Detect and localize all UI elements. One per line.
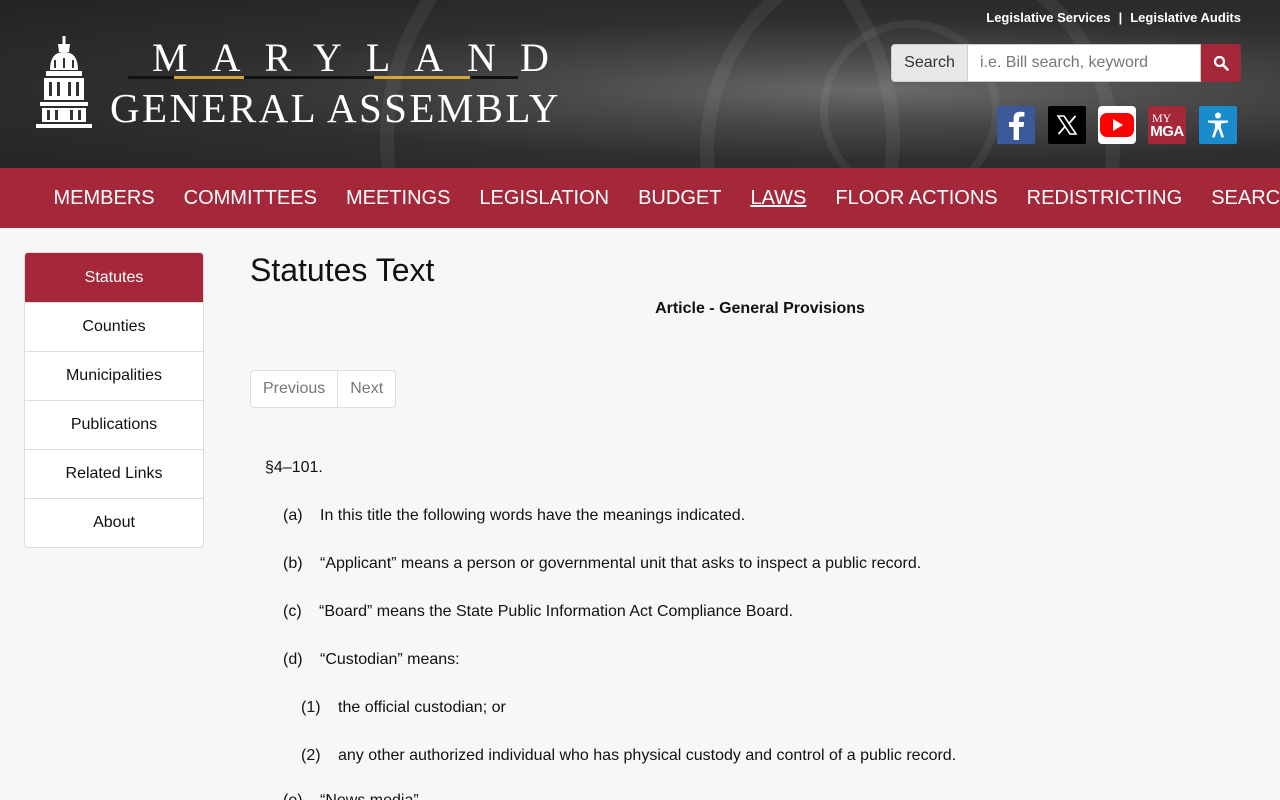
- paragraph-text: “News media”: [320, 792, 419, 800]
- sidebar-item-municipalities[interactable]: Municipalities: [25, 351, 203, 400]
- nav-meetings[interactable]: MEETINGS: [331, 187, 464, 210]
- nav-budget[interactable]: BUDGET: [624, 187, 736, 210]
- search-button[interactable]: [1201, 44, 1241, 82]
- search-input[interactable]: [968, 44, 1201, 82]
- statute-paragraph: (d) “Custodian” means:: [283, 651, 460, 669]
- sidebar-item-publications[interactable]: Publications: [25, 400, 203, 449]
- paragraph-label: (e): [283, 792, 320, 800]
- nav-redistricting[interactable]: REDISTRICTING: [1012, 187, 1197, 210]
- paragraph-text: “Board” means the State Public Informati…: [319, 603, 794, 620]
- statute-paragraph: (e)“News media”: [283, 792, 419, 800]
- page-title: Statutes Text: [250, 252, 435, 288]
- nav-legislation[interactable]: LEGISLATION: [465, 187, 624, 210]
- sidebar-item-related-links[interactable]: Related Links: [25, 449, 203, 498]
- logo-gold-rule: [374, 76, 470, 79]
- top-links-separator: |: [1118, 10, 1123, 25]
- sidebar-item-about[interactable]: About: [25, 498, 203, 547]
- logo-gold-rule: [174, 76, 244, 79]
- legislative-services-link[interactable]: Legislative Services: [986, 10, 1110, 25]
- nav-search[interactable]: SEARCH: [1197, 187, 1280, 210]
- statute-subparagraph: (2) any other authorized individual who h…: [301, 747, 956, 765]
- facebook-icon[interactable]: [997, 106, 1035, 144]
- paragraph-text: In this title the following words have t…: [320, 507, 746, 524]
- nav-laws[interactable]: LAWS: [736, 187, 821, 210]
- logo-title-text: MARYLAND: [152, 35, 573, 80]
- sidebar-item-counties[interactable]: Counties: [25, 302, 203, 351]
- paragraph-label: (c): [283, 603, 302, 620]
- paragraph-text: “Custodian” means:: [320, 651, 460, 668]
- paragraph-label: (d): [283, 651, 303, 668]
- sidebar-item-statutes[interactable]: Statutes: [25, 253, 203, 302]
- x-icon[interactable]: [1048, 106, 1086, 144]
- section-number: §4–101.: [265, 459, 323, 476]
- header-search: Search: [891, 44, 1241, 82]
- nav-floor-actions[interactable]: FLOOR ACTIONS: [821, 187, 1012, 210]
- mymga-icon-text: MGA: [1150, 122, 1184, 140]
- statute-paragraph: (c) “Board” means the State Public Inform…: [283, 603, 793, 621]
- accessibility-icon[interactable]: [1199, 106, 1237, 144]
- sidebar: Statutes Counties Municipalities Publica…: [24, 252, 204, 548]
- previous-button[interactable]: Previous: [251, 371, 337, 407]
- mymga-icon-text: MY: [1152, 110, 1172, 125]
- legislative-audits-link[interactable]: Legislative Audits: [1130, 10, 1241, 25]
- paragraph-label: (b): [283, 555, 303, 572]
- article-title: Article - General Provisions: [655, 300, 865, 317]
- mymga-icon[interactable]: MY MGA: [1148, 106, 1186, 144]
- statute-subparagraph: (1) the official custodian; or: [301, 699, 506, 717]
- capitol-dome-logo-icon[interactable]: [36, 36, 92, 132]
- nav-members[interactable]: MEMBERS: [39, 187, 169, 210]
- paragraph-label: (1): [301, 699, 321, 716]
- search-icon: [1213, 55, 1229, 71]
- logo-subtitle[interactable]: GENERAL ASSEMBLY: [110, 84, 561, 132]
- site-header: Legislative Services | Legislative Audits …: [0, 0, 1280, 168]
- next-button[interactable]: Next: [337, 371, 395, 407]
- top-links: Legislative Services | Legislative Audits: [986, 10, 1241, 25]
- logo-title[interactable]: MARYLAND: [128, 30, 573, 82]
- youtube-icon[interactable]: [1098, 106, 1136, 144]
- search-label: Search: [891, 44, 968, 82]
- pager: Previous Next: [250, 370, 397, 408]
- paragraph-label: (2): [301, 747, 321, 764]
- statute-paragraph: (a) In this title the following words hav…: [283, 507, 745, 525]
- paragraph-text: “Applicant” means a person or government…: [320, 555, 922, 572]
- nav-committees[interactable]: COMMITTEES: [169, 187, 331, 210]
- paragraph-label: (a): [283, 507, 303, 524]
- main-nav: MEMBERS COMMITTEES MEETINGS LEGISLATION …: [0, 168, 1280, 228]
- paragraph-text: the official custodian; or: [338, 699, 506, 716]
- statute-paragraph: (b) “Applicant” means a person or governm…: [283, 555, 921, 573]
- paragraph-text: any other authorized individual who has …: [338, 747, 957, 764]
